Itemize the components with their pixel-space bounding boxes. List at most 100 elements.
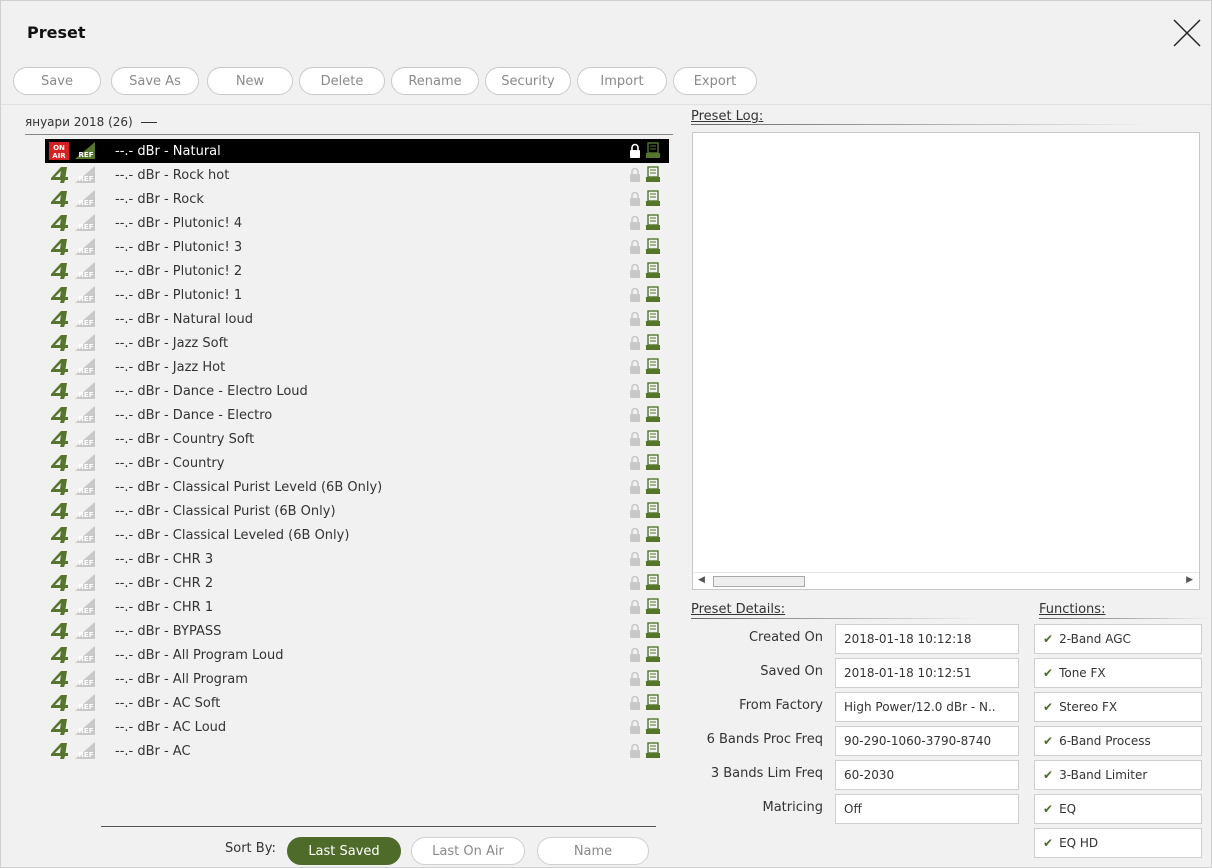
lock-icon[interactable] — [629, 647, 641, 662]
lock-icon[interactable] — [629, 383, 641, 398]
preset-row[interactable]: REF --.- dBr - Country — [45, 451, 669, 475]
save-icon[interactable] — [645, 166, 661, 183]
save-icon[interactable] — [645, 430, 661, 447]
preset-row[interactable]: ON AIR REF --.- dBr - Natural — [45, 139, 669, 163]
lock-icon[interactable] — [629, 719, 641, 734]
preset-row[interactable]: REF --.- dBr - AC Loud — [45, 715, 669, 739]
lock-icon[interactable] — [629, 263, 641, 278]
lock-icon[interactable] — [629, 239, 641, 254]
export-button[interactable]: Export — [673, 67, 757, 95]
function-item[interactable]: ✔ 6-Band Process — [1034, 726, 1202, 756]
sort-last-on-air-button[interactable]: Last On Air — [411, 837, 525, 865]
save-icon[interactable] — [645, 286, 661, 303]
preset-row[interactable]: REF --.- dBr - Plutonic! 1 — [45, 283, 669, 307]
collapse-dash-icon[interactable] — [140, 122, 157, 123]
preset-row[interactable]: REF --.- dBr - Classical Purist (6B Only) — [45, 499, 669, 523]
lock-icon[interactable] — [629, 287, 641, 302]
preset-row[interactable]: REF --.- dBr - Plutonic! 2 — [45, 259, 669, 283]
save-icon[interactable] — [645, 382, 661, 399]
save-icon[interactable] — [645, 646, 661, 663]
save-icon[interactable] — [645, 358, 661, 375]
preset-row[interactable]: REF --.- dBr - Rock hot — [45, 163, 669, 187]
rename-button[interactable]: Rename — [391, 67, 479, 95]
lock-icon[interactable] — [629, 551, 641, 566]
function-item[interactable]: ✔ EQ — [1034, 794, 1202, 824]
save-icon[interactable] — [645, 262, 661, 279]
preset-row[interactable]: REF --.- dBr - Dance - Electro Loud — [45, 379, 669, 403]
save-icon[interactable] — [645, 622, 661, 639]
preset-row[interactable]: REF --.- dBr - BYPASS — [45, 619, 669, 643]
save-icon[interactable] — [645, 694, 661, 711]
save-icon[interactable] — [645, 334, 661, 351]
scrollbar-thumb[interactable] — [713, 576, 805, 587]
preset-row[interactable]: REF --.- dBr - AC — [45, 739, 669, 763]
lock-icon[interactable] — [629, 359, 641, 374]
function-item[interactable]: ✔ EQ HD — [1034, 828, 1202, 858]
preset-row[interactable]: REF --.- dBr - Natural loud — [45, 307, 669, 331]
sort-name-button[interactable]: Name — [537, 837, 649, 865]
lock-icon[interactable] — [629, 455, 641, 470]
function-item[interactable]: ✔ Tone FX — [1034, 658, 1202, 688]
save-icon[interactable] — [645, 238, 661, 255]
save-icon[interactable] — [645, 214, 661, 231]
lock-icon[interactable] — [629, 143, 641, 158]
lock-icon[interactable] — [629, 527, 641, 542]
lock-icon[interactable] — [629, 167, 641, 182]
preset-row[interactable]: REF --.- dBr - CHR 3 — [45, 547, 669, 571]
lock-icon[interactable] — [629, 503, 641, 518]
lock-icon[interactable] — [629, 671, 641, 686]
lock-icon[interactable] — [629, 431, 641, 446]
save-icon[interactable] — [645, 406, 661, 423]
preset-row[interactable]: REF --.- dBr - Rock — [45, 187, 669, 211]
lock-icon[interactable] — [629, 479, 641, 494]
delete-button[interactable]: Delete — [299, 67, 385, 95]
preset-row[interactable]: REF --.- dBr - AC Soft — [45, 691, 669, 715]
lock-icon[interactable] — [629, 311, 641, 326]
preset-row[interactable]: REF --.- dBr - Jazz Hot — [45, 355, 669, 379]
function-item[interactable]: ✔ Stereo FX — [1034, 692, 1202, 722]
lock-icon[interactable] — [629, 191, 641, 206]
preset-row[interactable]: REF --.- dBr - Plutonic! 4 — [45, 211, 669, 235]
preset-row[interactable]: REF --.- dBr - Plutonic! 3 — [45, 235, 669, 259]
function-item[interactable]: ✔ 2-Band AGC — [1034, 624, 1202, 654]
save-icon[interactable] — [645, 550, 661, 567]
save-icon[interactable] — [645, 598, 661, 615]
import-button[interactable]: Import — [577, 67, 667, 95]
preset-row[interactable]: REF --.- dBr - All Program Loud — [45, 643, 669, 667]
save-button[interactable]: Save — [13, 67, 101, 95]
scroll-right-icon[interactable]: ▶ — [1186, 575, 1193, 585]
new-button[interactable]: New — [207, 67, 293, 95]
preset-log-box[interactable]: ◀ ▶ — [692, 132, 1200, 590]
lock-icon[interactable] — [629, 407, 641, 422]
sort-last-saved-button[interactable]: Last Saved — [287, 837, 401, 865]
save-icon[interactable] — [645, 310, 661, 327]
lock-icon[interactable] — [629, 623, 641, 638]
lock-icon[interactable] — [629, 695, 641, 710]
preset-row[interactable]: REF --.- dBr - CHR 2 — [45, 571, 669, 595]
save-icon[interactable] — [645, 526, 661, 543]
save-as-button[interactable]: Save As — [111, 67, 199, 95]
preset-row[interactable]: REF --.- dBr - CHR 1 — [45, 595, 669, 619]
save-icon[interactable] — [645, 142, 661, 159]
save-icon[interactable] — [645, 742, 661, 759]
save-icon[interactable] — [645, 454, 661, 471]
save-icon[interactable] — [645, 574, 661, 591]
log-horizontal-scrollbar[interactable]: ◀ ▶ — [693, 572, 1199, 589]
lock-icon[interactable] — [629, 215, 641, 230]
close-icon[interactable] — [1171, 17, 1203, 49]
lock-icon[interactable] — [629, 575, 641, 590]
security-button[interactable]: Security — [485, 67, 571, 95]
preset-row[interactable]: REF --.- dBr - Country Soft — [45, 427, 669, 451]
lock-icon[interactable] — [629, 335, 641, 350]
save-icon[interactable] — [645, 718, 661, 735]
save-icon[interactable] — [645, 670, 661, 687]
scroll-left-icon[interactable]: ◀ — [698, 575, 705, 585]
preset-row[interactable]: REF --.- dBr - Jazz Soft — [45, 331, 669, 355]
save-icon[interactable] — [645, 478, 661, 495]
lock-icon[interactable] — [629, 599, 641, 614]
lock-icon[interactable] — [629, 743, 641, 758]
save-icon[interactable] — [645, 190, 661, 207]
save-icon[interactable] — [645, 502, 661, 519]
function-item[interactable]: ✔ 3-Band Limiter — [1034, 760, 1202, 790]
preset-row[interactable]: REF --.- dBr - Dance - Electro — [45, 403, 669, 427]
